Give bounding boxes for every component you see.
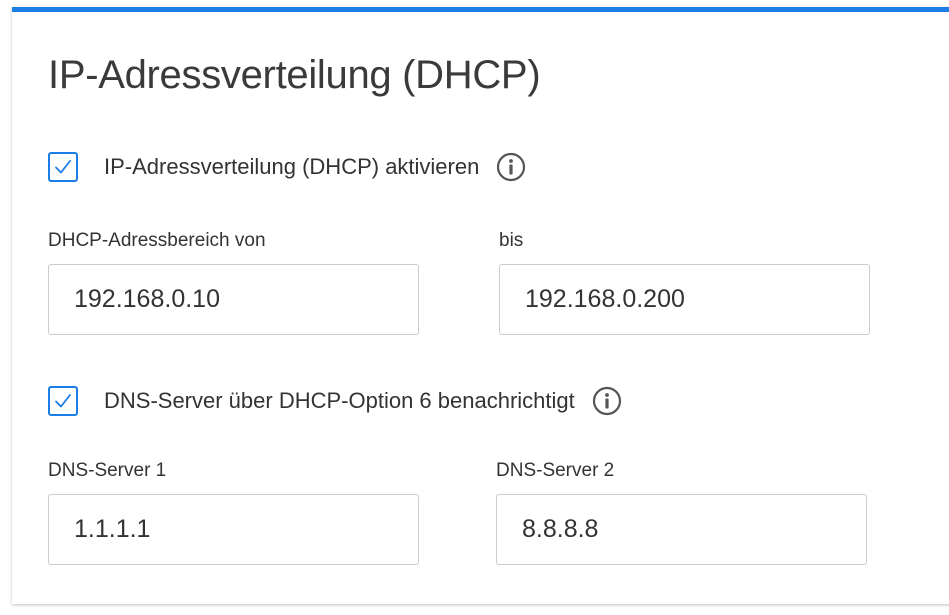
dhcp-range-from-input[interactable] xyxy=(48,264,419,335)
dns-server2-input[interactable] xyxy=(496,494,867,565)
dhcp-enable-row: IP-Adressverteilung (DHCP) aktivieren xyxy=(48,150,526,184)
dhcp-range-to-input[interactable] xyxy=(499,264,870,335)
check-icon xyxy=(55,394,71,408)
dns-server2-label: DNS-Server 2 xyxy=(496,460,615,481)
dns-server1-label: DNS-Server 1 xyxy=(48,460,167,481)
dns-server1-input[interactable] xyxy=(48,494,419,565)
dns-option6-checkbox[interactable] xyxy=(48,386,78,416)
dhcp-range-from-label: DHCP-Adressbereich von xyxy=(48,230,266,251)
dhcp-settings-panel: IP-Adressverteilung (DHCP) IP-Adressvert… xyxy=(12,7,949,604)
check-icon xyxy=(55,160,71,174)
info-icon[interactable] xyxy=(496,152,526,182)
dhcp-range-to-label: bis xyxy=(499,230,524,251)
dhcp-enable-checkbox[interactable] xyxy=(48,152,78,182)
section-title: IP-Adressverteilung (DHCP) xyxy=(48,53,541,97)
dns-option6-label: DNS-Server über DHCP-Option 6 benachrich… xyxy=(104,388,575,413)
info-icon[interactable] xyxy=(592,386,622,416)
dhcp-enable-label: IP-Adressverteilung (DHCP) aktivieren xyxy=(104,154,480,179)
panel-accent-bar xyxy=(12,7,949,12)
dns-option6-row: DNS-Server über DHCP-Option 6 benachrich… xyxy=(48,384,622,418)
